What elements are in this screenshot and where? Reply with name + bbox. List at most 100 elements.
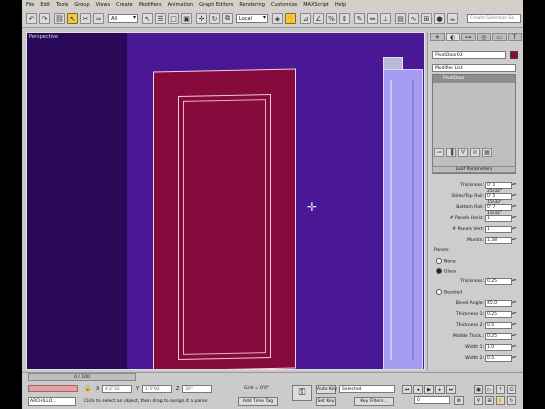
pivot-door-object[interactable] <box>153 68 296 369</box>
pin-stack-icon[interactable]: ⊸ <box>434 148 444 157</box>
curve-editor-icon[interactable]: ∿ <box>408 13 419 24</box>
show-end-result-icon[interactable]: ▐ <box>446 148 456 157</box>
param-value[interactable]: 0.25 <box>485 278 512 285</box>
auto-key-button[interactable]: Auto Key <box>316 385 337 394</box>
param-value[interactable]: 0' 7 15/32" <box>485 204 512 216</box>
spinner-icon[interactable]: ▴▾ <box>512 182 516 189</box>
zoom-all-icon[interactable]: ⊞ <box>485 396 494 405</box>
spinner-icon[interactable]: ▴▾ <box>512 344 516 351</box>
scale-icon[interactable]: ⧉ <box>222 13 233 24</box>
previous-frame-icon[interactable]: ◂ <box>413 385 423 394</box>
spinner-icon[interactable]: ▴▾ <box>512 322 516 329</box>
menu-modifiers[interactable]: Modifiers <box>139 2 162 8</box>
lock-selection-icon[interactable]: 🔒 <box>84 385 93 394</box>
door-frame-object[interactable] <box>383 69 423 369</box>
named-selection-icon[interactable]: ✎ <box>354 13 365 24</box>
menu-create[interactable]: Create <box>116 2 133 8</box>
pan-icon[interactable]: ✋ <box>496 396 505 405</box>
param-value[interactable]: 0.5 <box>485 355 512 362</box>
param-value[interactable]: 1.38 <box>485 237 512 244</box>
menu-rendering[interactable]: Rendering <box>239 2 265 8</box>
set-key-button[interactable]: Set Key <box>316 397 336 406</box>
align-icon[interactable]: ⊥ <box>380 13 391 24</box>
stack-item-pivotdoor[interactable]: PivotDoor <box>433 75 515 83</box>
spinner-snap-icon[interactable]: ⇕ <box>339 13 350 24</box>
orbit-icon[interactable]: ↻ <box>507 396 516 405</box>
next-frame-icon[interactable]: ▸ <box>435 385 445 394</box>
motion-tab-icon[interactable]: ◎ <box>476 33 491 41</box>
field-of-view-icon[interactable]: ▷ <box>485 385 494 394</box>
hierarchy-tab-icon[interactable]: ⊶ <box>461 33 476 41</box>
schematic-view-icon[interactable]: ⊞ <box>421 13 432 24</box>
redo-icon[interactable]: ↷ <box>39 13 50 24</box>
rotate-icon[interactable]: ↻ <box>209 13 220 24</box>
spinner-icon[interactable]: ▴▾ <box>512 333 516 340</box>
menu-tools[interactable]: Tools <box>56 2 68 8</box>
modify-tab-icon[interactable]: ◐ <box>445 33 460 41</box>
spinner-icon[interactable]: ▴▾ <box>512 355 516 362</box>
key-mode-dropdown[interactable]: Selected <box>339 385 395 393</box>
display-tab-icon[interactable]: ▭ <box>492 33 507 41</box>
x-coordinate-field[interactable]: 4'2"32 <box>102 385 132 393</box>
param-value[interactable]: 0' 1 25/32" <box>485 182 512 194</box>
spinner-icon[interactable]: ▴▾ <box>512 193 516 200</box>
rectangle-selection-icon[interactable]: □ <box>168 13 179 24</box>
layer-manager-icon[interactable]: ▤ <box>395 13 406 24</box>
panels-beveled-radio[interactable]: Beveled <box>436 289 462 296</box>
param-value[interactable]: 45.0 <box>485 300 512 307</box>
go-to-start-icon[interactable]: ⏮ <box>402 385 412 394</box>
param-value[interactable]: 1 <box>485 226 512 233</box>
viewport-label[interactable]: Perspective <box>29 34 58 40</box>
modifier-list-dropdown[interactable]: Modifier List <box>432 64 516 72</box>
play-icon[interactable]: ▶ <box>424 385 434 394</box>
bind-space-warp-icon[interactable]: ≈ <box>93 13 104 24</box>
create-tab-icon[interactable]: ✶ <box>430 33 445 41</box>
time-slider[interactable]: 0 / 100 <box>28 373 136 381</box>
undo-icon[interactable]: ↶ <box>26 13 37 24</box>
object-color-swatch[interactable] <box>510 51 518 59</box>
panels-glass-radio[interactable]: Glass <box>436 268 456 275</box>
select-object-icon[interactable]: ↖ <box>142 13 153 24</box>
configure-sets-icon[interactable]: ▦ <box>482 148 492 157</box>
spinner-icon[interactable]: ▴▾ <box>512 204 516 211</box>
maximize-viewport-icon[interactable]: ⊡ <box>507 385 516 394</box>
time-config-icon[interactable]: ⚙ <box>454 396 464 405</box>
named-selection-input[interactable]: Create Selection Se <box>467 14 521 23</box>
param-value[interactable]: 1.0 <box>485 344 512 351</box>
maxscript-listener-input[interactable]: ARCHILLO... <box>28 397 76 406</box>
param-value[interactable]: 0.25 <box>485 333 512 340</box>
snap-toggle-icon[interactable]: ⊿ <box>300 13 311 24</box>
set-key-icon[interactable]: ⚿ <box>292 385 312 401</box>
select-link-icon[interactable]: ↖ <box>67 13 78 24</box>
spinner-icon[interactable]: ▴▾ <box>512 300 516 307</box>
window-crossing-icon[interactable]: ▣ <box>181 13 192 24</box>
remove-modifier-icon[interactable]: ⊘ <box>470 148 480 157</box>
param-value[interactable]: 0.5 <box>485 322 512 329</box>
zoom-icon[interactable]: ⚲ <box>474 396 483 405</box>
spinner-icon[interactable]: ▴▾ <box>512 278 516 285</box>
go-to-end-icon[interactable]: ⏭ <box>446 385 456 394</box>
object-name-field[interactable]: PivotDoor03 <box>432 51 506 59</box>
track-bar[interactable] <box>28 385 78 392</box>
menu-views[interactable]: Views <box>96 2 110 8</box>
select-manipulate-icon[interactable]: ✋ <box>285 13 296 24</box>
spinner-icon[interactable]: ▴▾ <box>512 237 516 244</box>
menu-customize[interactable]: Customize <box>271 2 297 8</box>
spinner-icon[interactable]: ▴▾ <box>512 311 516 318</box>
unlink-icon[interactable]: ✂ <box>80 13 91 24</box>
add-time-tag-button[interactable]: Add Time Tag <box>238 397 278 406</box>
mirror-icon[interactable]: ⇔ <box>367 13 378 24</box>
menu-group[interactable]: Group <box>74 2 89 8</box>
current-frame-field[interactable]: 0 <box>414 396 450 404</box>
spinner-icon[interactable]: ▴▾ <box>512 215 516 222</box>
panels-none-radio[interactable]: None <box>436 258 456 265</box>
link-icon[interactable]: ⛓ <box>54 13 65 24</box>
angle-snap-icon[interactable]: ∠ <box>313 13 324 24</box>
z-coordinate-field[interactable]: 30" <box>182 385 212 393</box>
perspective-viewport[interactable]: Perspective ✛ <box>26 32 425 370</box>
spinner-icon[interactable]: ▴▾ <box>512 226 516 233</box>
menu-file[interactable]: File <box>26 2 34 8</box>
make-unique-icon[interactable]: ∀ <box>458 148 468 157</box>
modifier-stack[interactable]: PivotDoor <box>432 74 516 174</box>
render-setup-icon[interactable]: ☕ <box>447 13 458 24</box>
